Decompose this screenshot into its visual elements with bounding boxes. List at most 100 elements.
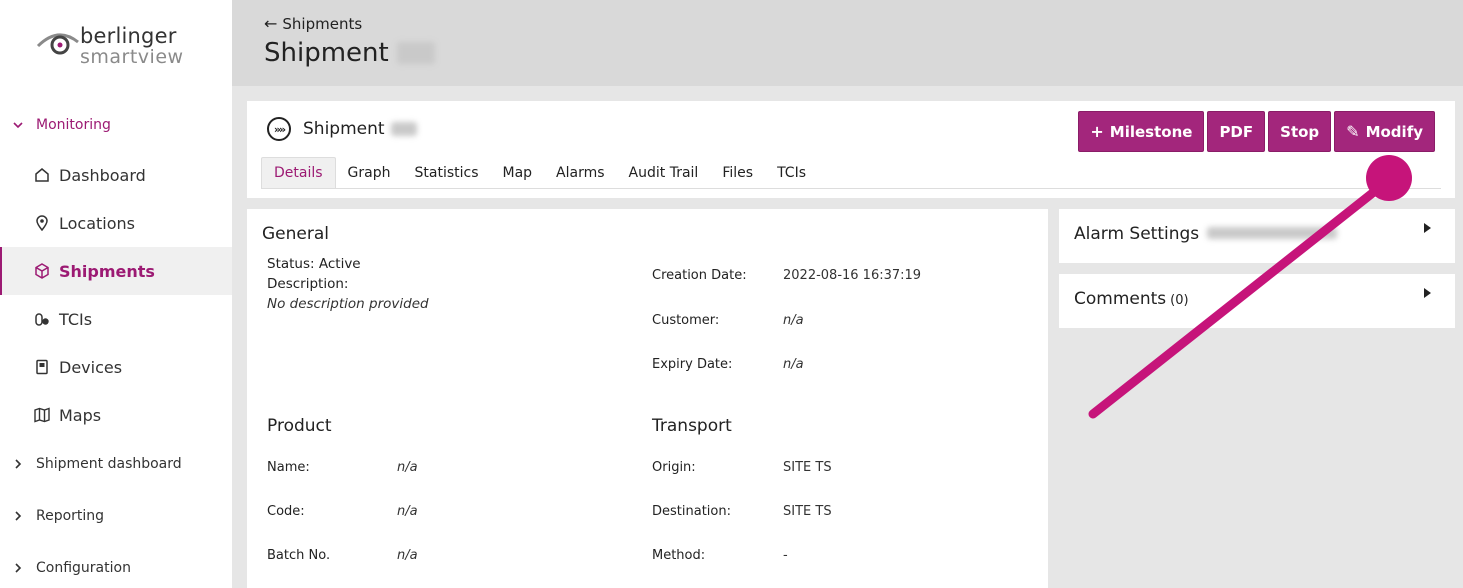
- card-title-text: Shipment: [303, 119, 385, 139]
- creation-date-value: 2022-08-16 16:37:19: [783, 268, 922, 283]
- back-link[interactable]: ← Shipments: [264, 14, 362, 33]
- caret-right-icon[interactable]: [1424, 223, 1431, 233]
- sidebar-item-maps[interactable]: Maps: [0, 391, 232, 439]
- chevron-right-icon: [0, 510, 36, 522]
- product-code-value: n/a: [397, 504, 418, 519]
- customer-label: Customer:: [652, 313, 720, 328]
- expiry-date-label: Expiry Date:: [652, 357, 733, 372]
- device-icon: [34, 359, 50, 375]
- nav-group-label: Reporting: [36, 508, 105, 524]
- product-heading: Product: [267, 416, 332, 436]
- sidebar-item-shipments[interactable]: Shipments: [0, 247, 232, 295]
- modify-button[interactable]: ✎ Modify: [1334, 111, 1435, 152]
- sidebar-item-devices[interactable]: Devices: [0, 343, 232, 391]
- package-icon: [34, 263, 50, 279]
- creation-date-label: Creation Date:: [652, 268, 747, 283]
- product-code-label: Code:: [267, 504, 305, 519]
- description-label: Description:: [267, 276, 349, 292]
- nav-group-shipment-dashboard[interactable]: Shipment dashboard: [0, 450, 232, 478]
- sidebar-item-label: Locations: [59, 213, 136, 233]
- nav-group-configuration[interactable]: Configuration: [0, 554, 232, 582]
- stop-button[interactable]: Stop: [1268, 111, 1332, 152]
- milestone-button[interactable]: + Milestone: [1078, 111, 1205, 152]
- fast-forward-circle-icon: »»: [267, 117, 291, 141]
- chevron-right-icon: [0, 458, 36, 470]
- batch-no-label: Batch No.: [267, 548, 331, 563]
- expiry-date-value: n/a: [783, 357, 804, 372]
- comments-count: (0): [1170, 293, 1189, 308]
- product-name-label: Name:: [267, 460, 310, 475]
- description-value: No description provided: [267, 296, 429, 312]
- sidebar-item-tcis[interactable]: TCIs: [0, 295, 232, 343]
- pencil-icon: ✎: [1346, 122, 1360, 141]
- destination-value: SITE TS: [783, 504, 832, 519]
- tab-bar: Details Graph Statistics Map Alarms Audi…: [261, 157, 1441, 189]
- tab-alarms[interactable]: Alarms: [544, 157, 617, 188]
- sidebar: berlinger smartview Monitoring Dashboard…: [0, 0, 232, 588]
- arrow-left-icon: ←: [264, 14, 278, 33]
- tab-statistics[interactable]: Statistics: [403, 157, 491, 188]
- chevron-right-icon: [0, 562, 36, 574]
- details-panel: General Status: Active Description: No d…: [247, 209, 1048, 588]
- page-title: Shipment: [264, 38, 435, 68]
- method-label: Method:: [652, 548, 706, 563]
- card-title: »» Shipment: [267, 117, 417, 141]
- nav-group-monitoring[interactable]: Monitoring: [0, 111, 232, 139]
- pills-icon: [34, 311, 50, 327]
- plus-icon: +: [1090, 122, 1104, 141]
- logo-text-primary: berlinger: [80, 24, 177, 48]
- origin-label: Origin:: [652, 460, 696, 475]
- sidebar-item-dashboard[interactable]: Dashboard: [0, 151, 232, 199]
- shipment-card: »» Shipment + Milestone PDF Stop ✎ Modif…: [247, 101, 1455, 198]
- tab-map[interactable]: Map: [491, 157, 545, 188]
- redacted-text: [1207, 227, 1338, 239]
- home-icon: [34, 167, 50, 183]
- alarm-settings-title: Alarm Settings: [1074, 224, 1338, 244]
- pdf-button[interactable]: PDF: [1207, 111, 1266, 152]
- origin-value: SITE TS: [783, 460, 832, 475]
- status-text: Status: Active: [267, 256, 361, 272]
- batch-no-value: n/a: [397, 548, 418, 563]
- sidebar-item-label: Maps: [59, 405, 102, 425]
- destination-label: Destination:: [652, 504, 731, 519]
- button-label: Modify: [1365, 122, 1423, 141]
- tab-audit-trail[interactable]: Audit Trail: [617, 157, 711, 188]
- caret-right-icon[interactable]: [1424, 288, 1431, 298]
- sidebar-item-label: Devices: [59, 357, 123, 377]
- sidebar-item-label: TCIs: [59, 309, 93, 329]
- comments-panel[interactable]: Comments (0): [1059, 274, 1455, 328]
- alarm-settings-label: Alarm Settings: [1074, 224, 1200, 244]
- tab-details[interactable]: Details: [261, 157, 336, 188]
- logo-text-secondary: smartview: [80, 46, 184, 68]
- alarm-settings-panel[interactable]: Alarm Settings: [1059, 209, 1455, 263]
- tab-graph[interactable]: Graph: [336, 157, 403, 188]
- customer-value: n/a: [783, 313, 804, 328]
- eye-logo-icon: [36, 33, 79, 55]
- tab-tcis[interactable]: TCIs: [765, 157, 818, 188]
- button-label: PDF: [1219, 122, 1254, 141]
- map-icon: [34, 407, 50, 423]
- general-heading: General: [262, 224, 329, 244]
- location-pin-icon: [34, 215, 50, 231]
- product-name-value: n/a: [397, 460, 418, 475]
- chevron-down-icon: [0, 119, 36, 131]
- nav-group-label: Configuration: [36, 560, 131, 576]
- nav-group-reporting[interactable]: Reporting: [0, 502, 232, 530]
- button-label: Stop: [1280, 122, 1320, 141]
- redacted-id: [390, 122, 417, 136]
- sidebar-item-label: Dashboard: [59, 165, 146, 185]
- page-header: ← Shipments Shipment: [232, 0, 1463, 86]
- comments-title: Comments (0): [1074, 289, 1189, 309]
- page-title-text: Shipment: [264, 38, 389, 68]
- transport-heading: Transport: [652, 416, 732, 436]
- comments-label: Comments: [1074, 289, 1167, 309]
- sidebar-item-label: Shipments: [59, 261, 155, 281]
- button-label: Milestone: [1109, 122, 1193, 141]
- nav-group-label: Shipment dashboard: [36, 456, 182, 472]
- sidebar-item-locations[interactable]: Locations: [0, 199, 232, 247]
- tab-files[interactable]: Files: [710, 157, 765, 188]
- action-bar: + Milestone PDF Stop ✎ Modify: [1078, 111, 1435, 152]
- nav-group-label: Monitoring: [36, 117, 111, 133]
- berlinger-logo[interactable]: berlinger smartview: [36, 22, 206, 72]
- back-link-label: Shipments: [282, 14, 363, 33]
